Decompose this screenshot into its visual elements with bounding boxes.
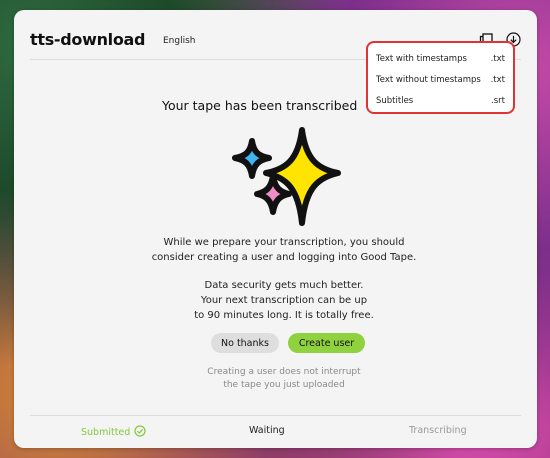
check-circle-icon xyxy=(134,425,146,440)
export-option-text-without-timestamps[interactable]: Text without timestamps .txt xyxy=(376,70,505,90)
benefit-line: Your next transcription can be up xyxy=(200,295,368,306)
option-label: Text with timestamps xyxy=(376,54,467,64)
export-option-subtitles[interactable]: Subtitles .srt xyxy=(376,91,505,111)
info-paragraph: While we prepare your transcription, you… xyxy=(134,235,434,265)
app-title: tts-download xyxy=(30,30,146,49)
status-divider xyxy=(30,415,521,416)
option-extension: .srt xyxy=(491,96,505,106)
status-step-waiting: Waiting xyxy=(249,425,285,436)
export-option-text-with-timestamps[interactable]: Text with timestamps .txt xyxy=(376,49,505,69)
benefit-line: to 90 minutes long. It is totally free. xyxy=(194,310,374,321)
step-label: Submitted xyxy=(81,427,131,438)
benefits-paragraph: Data security gets much better. Your nex… xyxy=(134,278,434,323)
upload-note: Creating a user does not interrupt the t… xyxy=(184,366,384,392)
info-line: consider creating a user and logging int… xyxy=(151,252,417,263)
status-step-submitted: Submitted xyxy=(81,425,146,440)
info-line: While we prepare your transcription, you… xyxy=(163,237,405,248)
option-label: Subtitles xyxy=(376,96,414,106)
create-user-button[interactable]: Create user xyxy=(288,333,365,353)
status-step-transcribing: Transcribing xyxy=(409,425,467,436)
note-line: Creating a user does not interrupt xyxy=(207,367,361,377)
no-thanks-button[interactable]: No thanks xyxy=(211,333,279,353)
option-extension: .txt xyxy=(490,54,505,64)
note-line: the tape you just uploaded xyxy=(223,380,345,390)
sparkles-icon xyxy=(232,126,342,228)
language-label: English xyxy=(163,36,196,46)
benefit-line: Data security gets much better. xyxy=(204,280,364,291)
option-extension: .txt xyxy=(490,75,505,85)
export-dropdown: Text with timestamps .txt Text without t… xyxy=(366,41,515,114)
page-title: Your tape has been transcribed xyxy=(162,98,358,113)
option-label: Text without timestamps xyxy=(376,75,481,85)
